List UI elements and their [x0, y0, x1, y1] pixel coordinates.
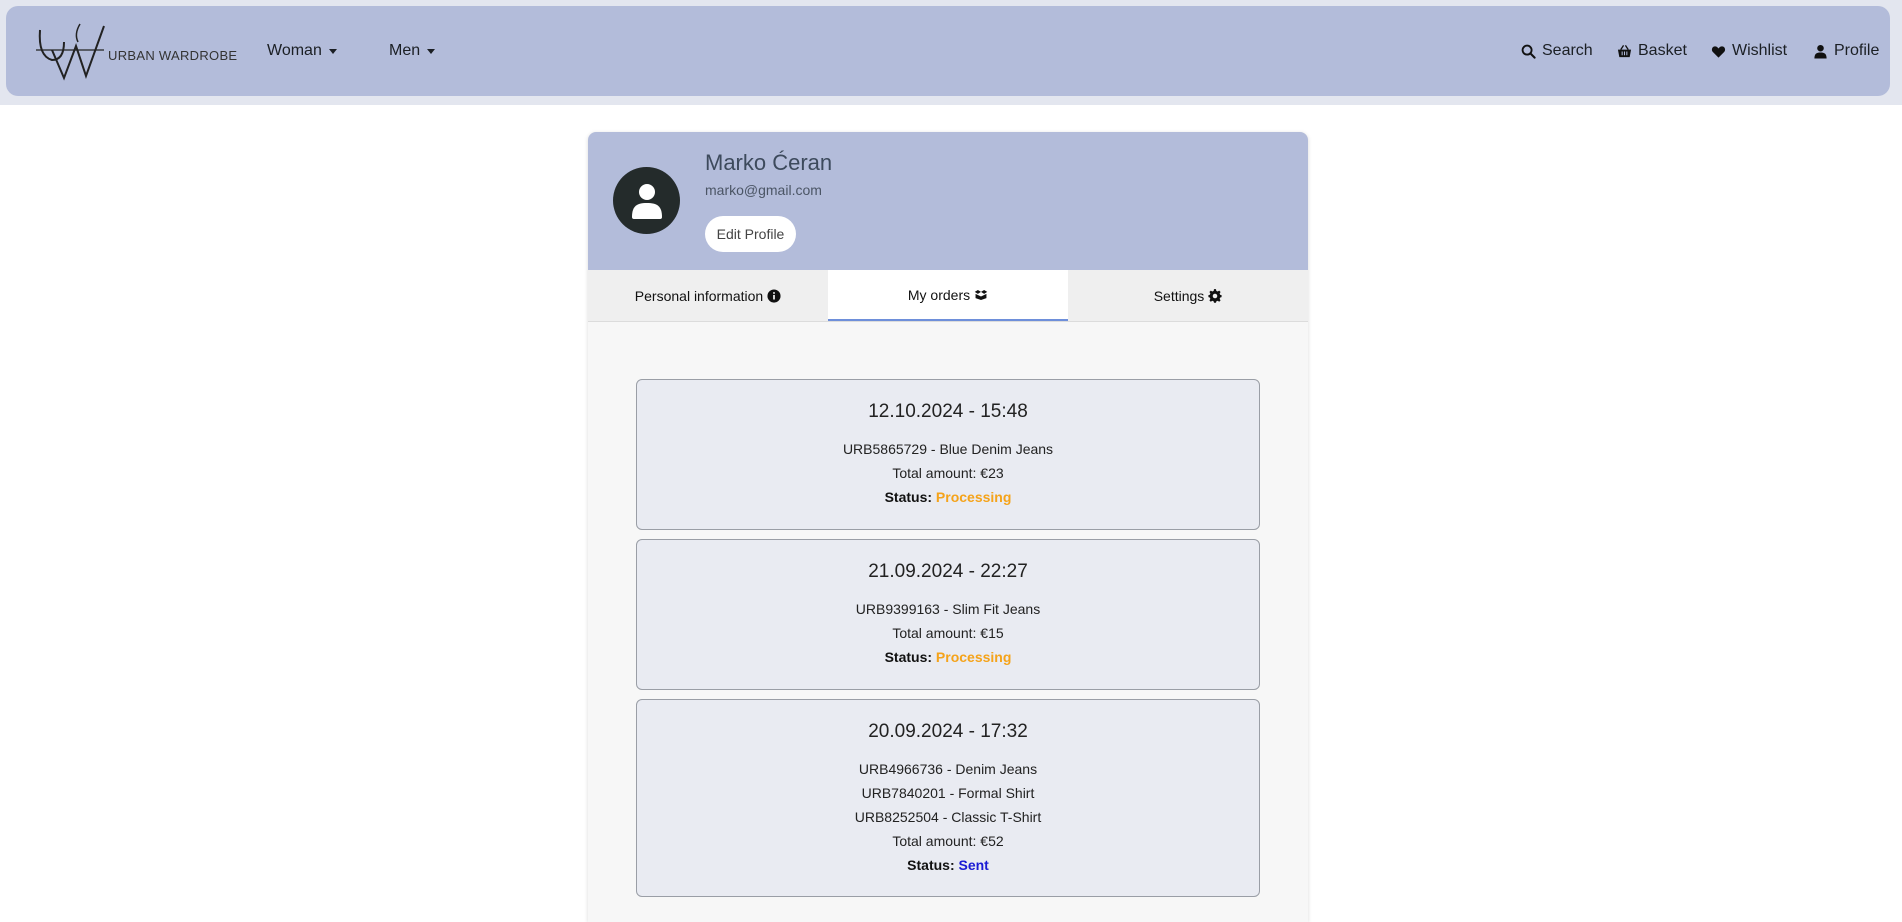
order-item: URB9399163 - Slim Fit Jeans [855, 601, 1041, 617]
edit-profile-button[interactable]: Edit Profile [705, 216, 796, 252]
caret-down-icon [328, 48, 337, 54]
nav-profile-link[interactable]: Profile [1813, 42, 1879, 60]
user-icon [1814, 44, 1827, 59]
search-icon [1521, 44, 1536, 59]
nav-basket-link[interactable]: Basket [1617, 42, 1687, 60]
order-item: URB8252504 - Classic T-Shirt [854, 809, 1042, 825]
tab-my-orders[interactable]: My orders [828, 270, 1068, 321]
brand-name: URBAN WARDROBE [108, 48, 238, 63]
user-avatar-icon [631, 183, 662, 219]
profile-header: Marko Ćeran marko@gmail.com Edit Profile [588, 132, 1308, 270]
tab-settings-label: Settings [1153, 287, 1205, 304]
order-total: Total amount: €15 [892, 625, 1004, 641]
status-label: Status: [884, 649, 933, 665]
tab-personal-information[interactable]: Personal information [588, 270, 828, 321]
status-value: Processing [935, 649, 1012, 665]
tab-personal-information-label: Personal information [634, 287, 764, 304]
caret-down-icon [427, 48, 436, 54]
status-label: Status: [884, 489, 933, 505]
order-total: Total amount: €52 [892, 833, 1004, 849]
profile-tabs: Personal information My orders Settings [588, 270, 1308, 322]
order-item: URB7840201 - Formal Shirt [861, 785, 1035, 801]
box-icon [974, 289, 988, 300]
order-total: Total amount: €23 [892, 465, 1004, 481]
navbar: URBAN WARDROBE Woman Men Search Basket W… [6, 6, 1890, 96]
user-email: marko@gmail.com [705, 182, 822, 198]
info-circle-icon [767, 288, 781, 303]
order-date: 12.10.2024 - 15:48 [868, 401, 1028, 422]
order-date: 20.09.2024 - 17:32 [868, 721, 1028, 742]
order-item: URB4966736 - Denim Jeans [858, 761, 1038, 777]
nav-search-link[interactable]: Search [1521, 42, 1593, 60]
tab-settings[interactable]: Settings [1068, 270, 1308, 321]
nav-wishlist-link[interactable]: Wishlist [1711, 42, 1787, 60]
order-status: Status: Sent [637, 853, 1259, 877]
order-card: 21.09.2024 - 22:27 URB9399163 - Slim Fit… [636, 539, 1260, 690]
profile-card: Marko Ćeran marko@gmail.com Edit Profile… [588, 132, 1308, 922]
avatar [613, 167, 680, 234]
order-status: Status: Processing [637, 645, 1259, 669]
nav-woman-label: Woman [267, 42, 322, 59]
status-value: Sent [958, 857, 989, 873]
order-card: 20.09.2024 - 17:32 URB4966736 - Denim Je… [636, 699, 1260, 897]
tab-my-orders-label: My orders [907, 286, 971, 303]
gear-icon [1208, 288, 1222, 303]
nav-men-dropdown[interactable]: Men [389, 42, 436, 60]
order-status: Status: Processing [637, 485, 1259, 509]
brand-logo[interactable]: URBAN WARDROBE [34, 20, 237, 82]
heart-icon [1711, 45, 1726, 58]
nav-search-label: Search [1542, 42, 1593, 59]
order-date: 21.09.2024 - 22:27 [868, 561, 1028, 582]
logo-mark [36, 23, 105, 81]
order-card: 12.10.2024 - 15:48 URB5865729 - Blue Den… [636, 379, 1260, 530]
status-value: Processing [935, 489, 1012, 505]
nav-men-label: Men [389, 42, 421, 59]
nav-wishlist-label: Wishlist [1732, 42, 1788, 59]
nav-profile-label: Profile [1834, 42, 1880, 59]
nav-woman-dropdown[interactable]: Woman [267, 42, 337, 60]
nav-basket-label: Basket [1638, 42, 1687, 59]
status-label: Status: [907, 857, 955, 873]
order-item: URB5865729 - Blue Denim Jeans [842, 441, 1054, 457]
user-name: Marko Ćeran [705, 150, 833, 175]
basket-icon [1617, 44, 1632, 57]
